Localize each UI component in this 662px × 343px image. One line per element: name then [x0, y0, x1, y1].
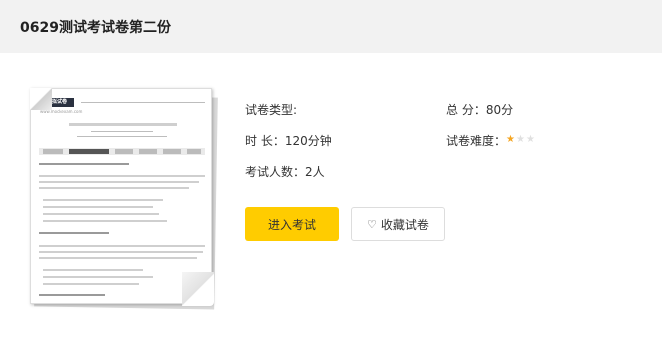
- paper-line: [39, 257, 197, 259]
- paper-line: [39, 245, 205, 247]
- enter-exam-button[interactable]: 进入考试: [245, 207, 339, 241]
- total-score: 总 分：80分: [446, 103, 514, 117]
- paper-line: [43, 199, 163, 201]
- paper-line: [39, 294, 105, 296]
- difficulty-stars: ★★★: [506, 134, 536, 145]
- paper-curl-corner: [30, 88, 52, 110]
- star-empty-icon: ★: [515, 134, 526, 145]
- star-empty-icon: ★: [525, 134, 536, 145]
- paper-line: [43, 283, 139, 285]
- favorite-exam-button[interactable]: ♡ 收藏试卷: [351, 207, 445, 241]
- header-bar: 0629测试考试卷第二份: [0, 0, 662, 53]
- exam-duration: 时 长：120分钟: [245, 134, 332, 148]
- paper-line: [77, 136, 167, 137]
- heart-icon: ♡: [367, 217, 377, 231]
- paper-tab-strip: [39, 148, 205, 155]
- paper-line: [81, 102, 205, 103]
- paper-line: [39, 251, 203, 253]
- paper-line: [91, 131, 153, 132]
- paper-line: [39, 181, 199, 183]
- paper-line: [43, 269, 143, 271]
- paper-line: [43, 213, 159, 215]
- paper-line: [43, 220, 167, 222]
- star-filled-icon: ★: [506, 134, 516, 145]
- paper-line: [43, 206, 153, 208]
- paper-line: [39, 175, 205, 177]
- paper-line: [39, 163, 129, 165]
- paper-line: [39, 187, 189, 189]
- favorite-button-label: 收藏试卷: [380, 217, 429, 232]
- participant-count: 考试人数：2人: [245, 165, 325, 179]
- paper-line: [39, 232, 109, 234]
- paper-line: [69, 123, 177, 126]
- page-title: 0629测试考试卷第二份: [20, 20, 171, 36]
- exam-type-label: 试卷类型:: [245, 103, 298, 117]
- difficulty-label: 试卷难度：: [446, 134, 507, 148]
- paper-line: [43, 276, 153, 278]
- paper-curl-corner: [182, 272, 214, 306]
